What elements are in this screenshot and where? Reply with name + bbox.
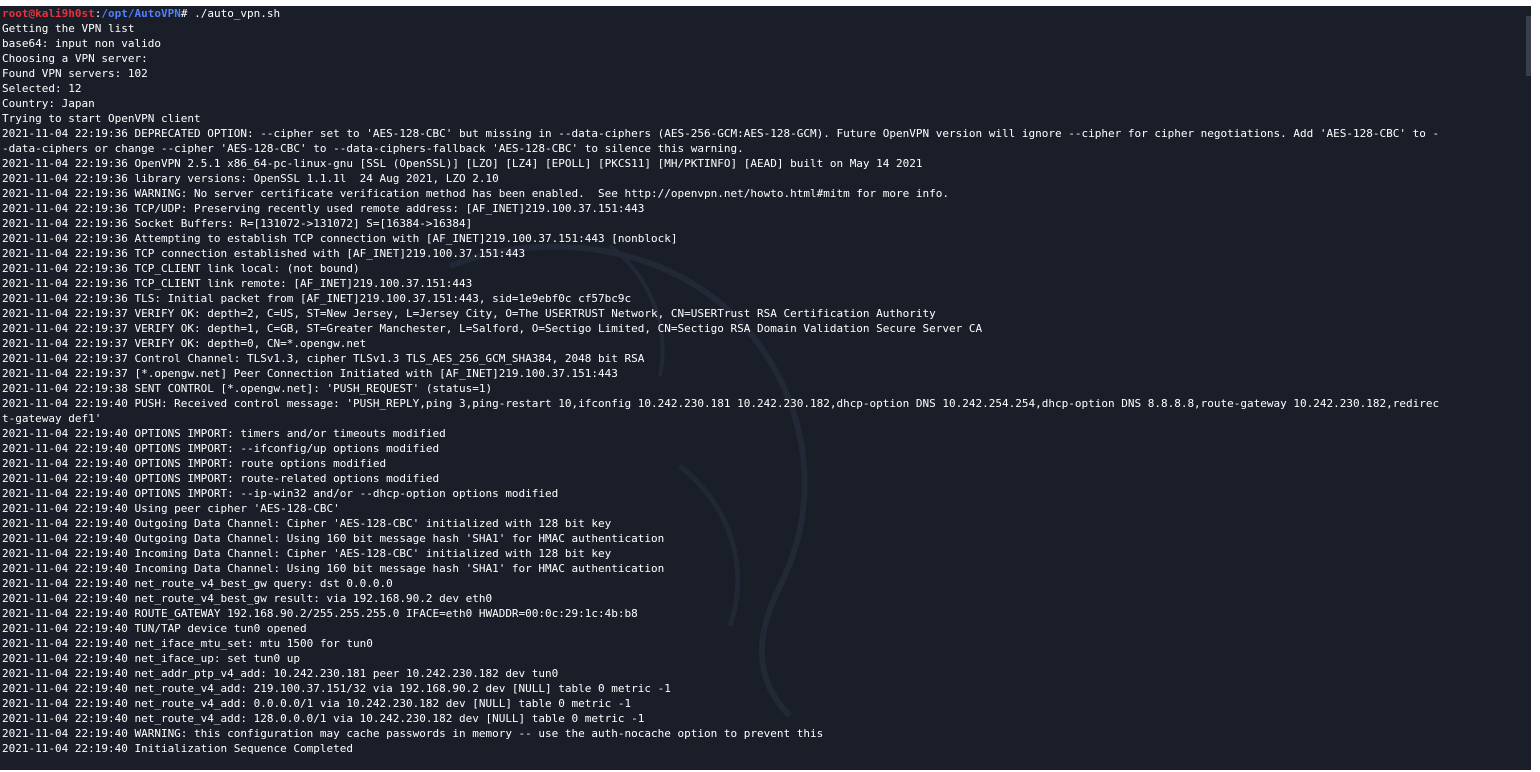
- output-line: 2021-11-04 22:19:40 net_route_v4_best_gw…: [2, 577, 393, 590]
- output-lines: Getting the VPN list base64: input non va…: [2, 21, 1526, 756]
- output-line: 2021-11-04 22:19:40 WARNING: this config…: [2, 727, 824, 740]
- output-line: 2021-11-04 22:19:40 net_route_v4_add: 0.…: [2, 697, 632, 710]
- output-line: 2021-11-04 22:19:40 OPTIONS IMPORT: time…: [2, 427, 446, 440]
- output-line: 2021-11-04 22:19:36 Socket Buffers: R=[1…: [2, 217, 473, 230]
- output-line: 2021-11-04 22:19:36 WARNING: No server c…: [2, 187, 950, 200]
- output-line: Getting the VPN list: [2, 22, 135, 35]
- output-line: 2021-11-04 22:19:36 TCP_CLIENT link loca…: [2, 262, 360, 275]
- output-line: 2021-11-04 22:19:40 ROUTE_GATEWAY 192.16…: [2, 607, 638, 620]
- output-line: 2021-11-04 22:19:40 Incoming Data Channe…: [2, 547, 612, 560]
- prompt-user-host: root@kali9h0st: [2, 7, 95, 20]
- output-line: 2021-11-04 22:19:40 Outgoing Data Channe…: [2, 532, 665, 545]
- output-line: 2021-11-04 22:19:40 TUN/TAP device tun0 …: [2, 622, 307, 635]
- output-line: 2021-11-04 22:19:40 Initialization Seque…: [2, 742, 353, 755]
- output-line: 2021-11-04 22:19:40 net_route_v4_add: 21…: [2, 682, 671, 695]
- output-line: 2021-11-04 22:19:38 SENT CONTROL [*.open…: [2, 382, 493, 395]
- output-line: 2021-11-04 22:19:37 [*.opengw.net] Peer …: [2, 367, 618, 380]
- output-line: 2021-11-04 22:19:40 PUSH: Received contr…: [2, 397, 1440, 410]
- output-line: 2021-11-04 22:19:36 TCP_CLIENT link remo…: [2, 277, 473, 290]
- output-line: 2021-11-04 22:19:36 Attempting to establ…: [2, 232, 678, 245]
- output-line: base64: input non valido: [2, 37, 161, 50]
- output-line: 2021-11-04 22:19:40 OPTIONS IMPORT: --if…: [2, 442, 440, 455]
- output-line: 2021-11-04 22:19:40 Incoming Data Channe…: [2, 562, 665, 575]
- output-line: Choosing a VPN server:: [2, 52, 148, 65]
- output-line: 2021-11-04 22:19:40 net_iface_mtu_set: m…: [2, 637, 373, 650]
- terminal-scrollbar[interactable]: [1526, 16, 1531, 76]
- output-line: 2021-11-04 22:19:36 TCP/UDP: Preserving …: [2, 202, 645, 215]
- output-line: 2021-11-04 22:19:37 VERIFY OK: depth=2, …: [2, 307, 936, 320]
- output-line: 2021-11-04 22:19:40 OPTIONS IMPORT: rout…: [2, 472, 440, 485]
- output-line: 2021-11-04 22:19:37 VERIFY OK: depth=1, …: [2, 322, 983, 335]
- output-line: 2021-11-04 22:19:40 net_iface_up: set tu…: [2, 652, 301, 665]
- output-line: Trying to start OpenVPN client: [2, 112, 201, 125]
- output-line: 2021-11-04 22:19:36 TLS: Initial packet …: [2, 292, 632, 305]
- output-line: 2021-11-04 22:19:40 net_addr_ptp_v4_add:…: [2, 667, 559, 680]
- output-line: 2021-11-04 22:19:36 DEPRECATED OPTION: -…: [2, 127, 1440, 140]
- output-line: 2021-11-04 22:19:37 VERIFY OK: depth=0, …: [2, 337, 367, 350]
- prompt-command: ./auto_vpn.sh: [187, 7, 281, 20]
- output-line: 2021-11-04 22:19:36 TCP connection estab…: [2, 247, 526, 260]
- output-line: t-gateway def1': [2, 412, 102, 425]
- output-line: 2021-11-04 22:19:36 library versions: Op…: [2, 172, 499, 185]
- output-line: 2021-11-04 22:19:40 Outgoing Data Channe…: [2, 517, 612, 530]
- output-line: 2021-11-04 22:19:36 OpenVPN 2.5.1 x86_64…: [2, 157, 923, 170]
- output-line: -data-ciphers or change --cipher 'AES-12…: [2, 142, 744, 155]
- terminal-output: root@kali9h0st:/opt/AutoVPN# ./auto_vpn.…: [2, 6, 1526, 756]
- prompt-line: root@kali9h0st:/opt/AutoVPN# ./auto_vpn.…: [2, 6, 1526, 21]
- output-line: Country: Japan: [2, 97, 95, 110]
- output-line: Selected: 12: [2, 82, 82, 95]
- output-line: 2021-11-04 22:19:40 OPTIONS IMPORT: rout…: [2, 457, 387, 470]
- output-line: 2021-11-04 22:19:40 OPTIONS IMPORT: --ip…: [2, 487, 559, 500]
- prompt-path: /opt/AutoVPN: [101, 7, 181, 20]
- terminal-window[interactable]: root@kali9h0st:/opt/AutoVPN# ./auto_vpn.…: [0, 6, 1531, 770]
- output-line: Found VPN servers: 102: [2, 67, 148, 80]
- output-line: 2021-11-04 22:19:40 net_route_v4_add: 12…: [2, 712, 645, 725]
- output-line: 2021-11-04 22:19:40 Using peer cipher 'A…: [2, 502, 340, 515]
- output-line: 2021-11-04 22:19:37 Control Channel: TLS…: [2, 352, 645, 365]
- output-line: 2021-11-04 22:19:40 net_route_v4_best_gw…: [2, 592, 493, 605]
